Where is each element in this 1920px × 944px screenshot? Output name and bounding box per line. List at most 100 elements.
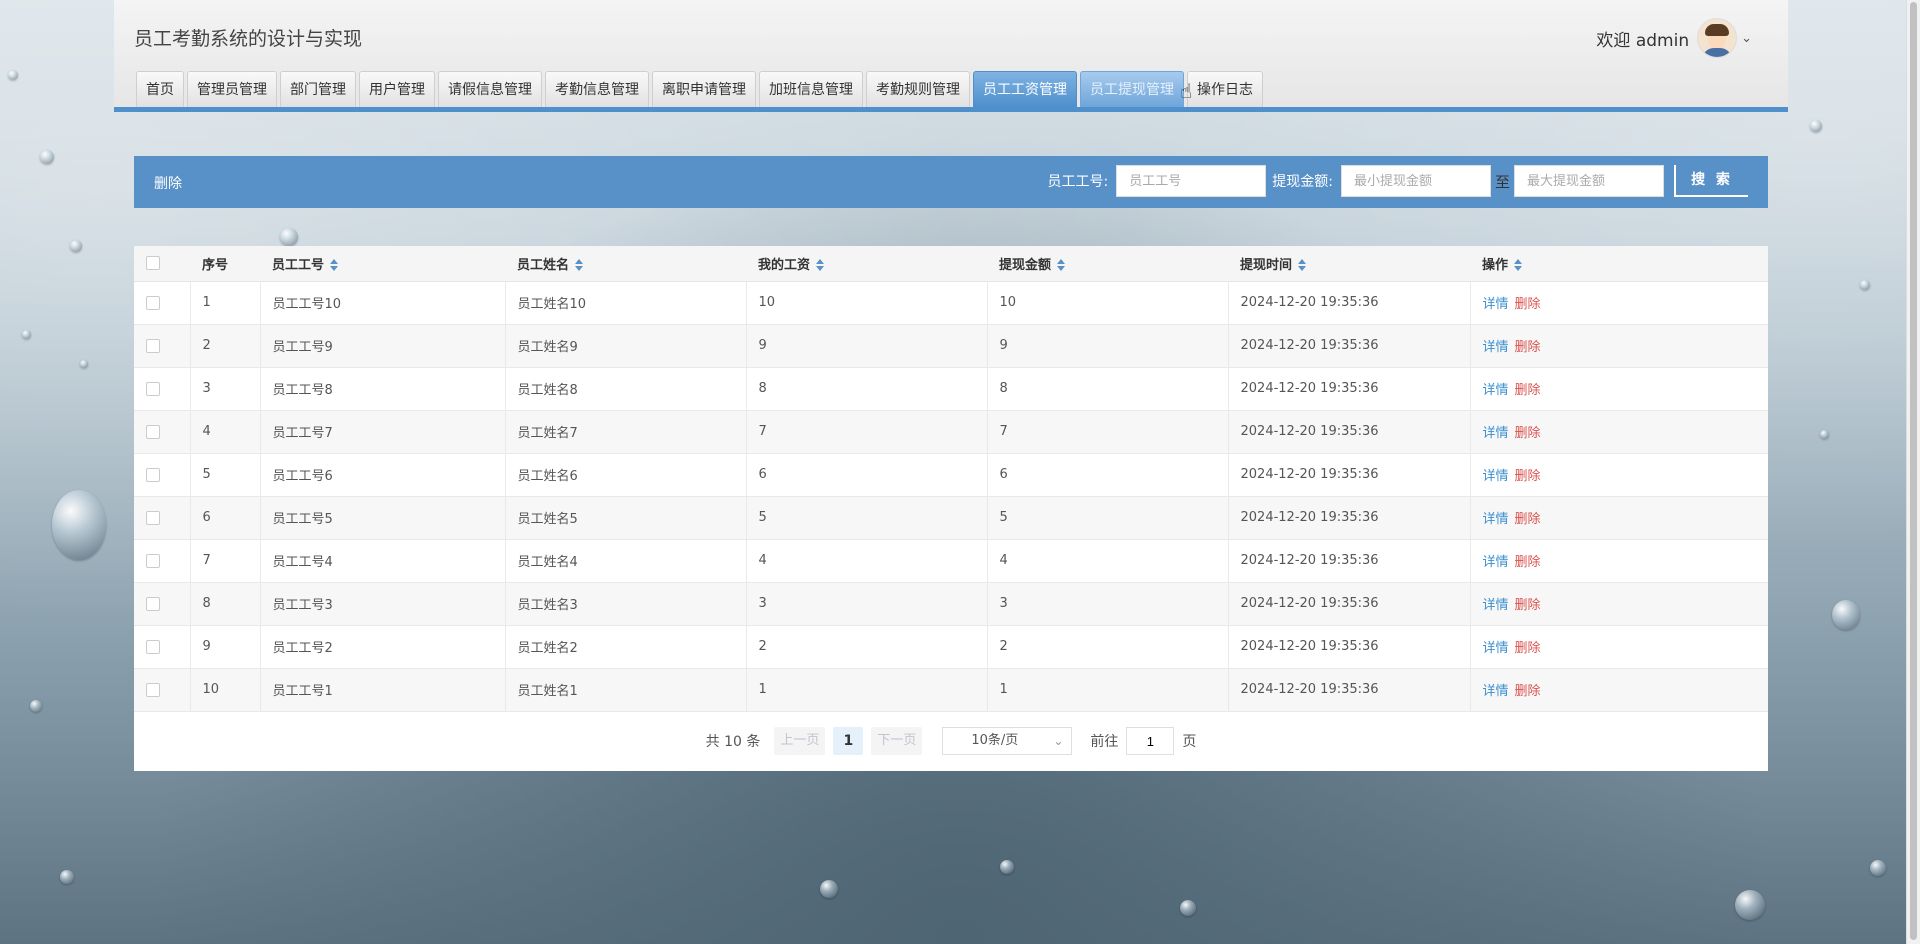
col-header-emp-name[interactable]: 员工姓名 xyxy=(505,246,746,282)
tab-department-management[interactable]: 部门管理 xyxy=(280,71,356,107)
search-button[interactable]: 搜 索 xyxy=(1674,165,1748,197)
tab-home[interactable]: 首页 xyxy=(136,71,184,107)
col-header-emp-no[interactable]: 员工工号 xyxy=(260,246,505,282)
col-header-salary[interactable]: 我的工资 xyxy=(746,246,987,282)
search-filters: 员工工号: 提现金额: 至 搜 索 xyxy=(1048,165,1768,197)
cell-seq: 8 xyxy=(190,582,261,626)
delete-link[interactable]: 删除 xyxy=(1515,469,1541,484)
cell-emp-no: 员工工号8 xyxy=(260,367,506,411)
detail-link[interactable]: 详情 xyxy=(1483,512,1509,527)
cell-seq: 1 xyxy=(190,281,261,325)
tab-attendance-management[interactable]: 考勤信息管理 xyxy=(545,71,649,107)
row-checkbox[interactable] xyxy=(146,338,160,353)
user-menu[interactable]: 欢迎 admin ⌄ xyxy=(1596,18,1752,58)
cell-amount: 10 xyxy=(987,281,1229,325)
delete-link[interactable]: 删除 xyxy=(1515,641,1541,656)
cell-time: 2024-12-20 19:35:36 xyxy=(1228,324,1471,368)
delete-link[interactable]: 删除 xyxy=(1515,340,1541,355)
delete-link[interactable]: 删除 xyxy=(1515,383,1541,398)
tab-salary-management[interactable]: 员工工资管理 xyxy=(973,71,1077,107)
welcome-text: 欢迎 admin xyxy=(1596,30,1690,51)
cell-emp-name: 员工姓名6 xyxy=(505,453,747,497)
row-checkbox[interactable] xyxy=(146,596,160,611)
tab-overtime-management[interactable]: 加班信息管理 xyxy=(759,71,863,107)
chevron-down-icon[interactable]: ⌄ xyxy=(1741,31,1752,46)
next-page-button[interactable]: 下一页 xyxy=(871,727,923,755)
cell-salary: 4 xyxy=(746,539,988,583)
detail-link[interactable]: 详情 xyxy=(1483,340,1509,355)
tab-leave-management[interactable]: 请假信息管理 xyxy=(438,71,542,107)
page-number-current[interactable]: 1 xyxy=(833,727,864,755)
row-checkbox[interactable] xyxy=(146,467,160,482)
delete-link[interactable]: 删除 xyxy=(1515,426,1541,441)
delete-link[interactable]: 删除 xyxy=(1515,684,1541,699)
col-header-ops[interactable]: 操作 xyxy=(1470,246,1768,282)
row-checkbox[interactable] xyxy=(146,510,160,525)
sort-icon[interactable] xyxy=(1298,259,1307,272)
tab-user-management[interactable]: 用户管理 xyxy=(359,71,435,107)
page-scrollbar[interactable] xyxy=(1906,0,1920,944)
avatar[interactable] xyxy=(1697,18,1738,58)
detail-link[interactable]: 详情 xyxy=(1483,383,1509,398)
select-all-checkbox[interactable] xyxy=(146,256,160,271)
detail-link[interactable]: 详情 xyxy=(1483,469,1509,484)
row-checkbox[interactable] xyxy=(146,682,160,697)
delete-link[interactable]: 删除 xyxy=(1515,555,1541,570)
tab-resignation-management[interactable]: 离职申请管理 xyxy=(652,71,756,107)
batch-delete-button[interactable]: 删除 xyxy=(154,173,182,193)
tab-operation-log[interactable]: 操作日志 xyxy=(1187,71,1263,107)
delete-link[interactable]: 删除 xyxy=(1515,297,1541,312)
emp-no-search-input[interactable] xyxy=(1116,165,1267,197)
max-amount-input[interactable] xyxy=(1514,165,1664,197)
hand-cursor-icon: ☝ xyxy=(1180,79,1193,103)
table-row: 6 员工工号5 员工姓名5 5 5 2024-12-20 19:35:36 详情… xyxy=(134,496,1768,540)
page-size-select[interactable]: 10条/页 ⌄ xyxy=(942,727,1073,755)
tab-admin-management[interactable]: 管理员管理 xyxy=(187,71,277,107)
cell-amount: 6 xyxy=(987,453,1229,497)
cell-emp-name: 员工姓名4 xyxy=(505,539,747,583)
detail-link[interactable]: 详情 xyxy=(1483,684,1509,699)
cell-emp-no: 员工工号9 xyxy=(260,324,506,368)
cell-salary: 9 xyxy=(746,324,988,368)
sort-icon[interactable] xyxy=(1057,259,1066,272)
sort-icon[interactable] xyxy=(330,259,339,272)
table-row: 7 员工工号4 员工姓名4 4 4 2024-12-20 19:35:36 详情… xyxy=(134,539,1768,583)
cell-seq: 6 xyxy=(190,496,261,540)
sort-icon[interactable] xyxy=(575,259,584,272)
cell-amount: 9 xyxy=(987,324,1229,368)
row-checkbox[interactable] xyxy=(146,424,160,439)
detail-link[interactable]: 详情 xyxy=(1483,598,1509,613)
detail-link[interactable]: 详情 xyxy=(1483,297,1509,312)
row-checkbox[interactable] xyxy=(146,295,160,310)
scrollbar-thumb[interactable] xyxy=(1910,2,1917,940)
col-header-time[interactable]: 提现时间 xyxy=(1228,246,1470,282)
row-checkbox[interactable] xyxy=(146,639,160,654)
detail-link[interactable]: 详情 xyxy=(1483,555,1509,570)
sort-icon[interactable] xyxy=(1514,259,1523,272)
table-row: 1 员工工号10 员工姓名10 10 10 2024-12-20 19:35:3… xyxy=(134,281,1768,325)
app-container: 员工考勤系统的设计与实现 欢迎 admin ⌄ 首页 管理员管理 部门管理 用户… xyxy=(114,0,1788,944)
cell-emp-no: 员工工号3 xyxy=(260,582,506,626)
cell-emp-name: 员工姓名5 xyxy=(505,496,747,540)
table-row: 10 员工工号1 员工姓名1 1 1 2024-12-20 19:35:36 详… xyxy=(134,668,1768,712)
prev-page-button[interactable]: 上一页 xyxy=(774,727,826,755)
delete-link[interactable]: 删除 xyxy=(1515,512,1541,527)
detail-link[interactable]: 详情 xyxy=(1483,426,1509,441)
cell-amount: 3 xyxy=(987,582,1229,626)
withdrawal-table: 序号 员工工号 员工姓名 我的工资 提现金额 提现时间 操作 1 员工工号10 … xyxy=(134,246,1768,712)
row-checkbox[interactable] xyxy=(146,381,160,396)
sort-icon[interactable] xyxy=(816,259,825,272)
tab-withdrawal-management[interactable]: 员工提现管理 xyxy=(1080,71,1184,107)
cell-emp-no: 员工工号4 xyxy=(260,539,506,583)
goto-page-input[interactable] xyxy=(1126,727,1175,755)
cell-time: 2024-12-20 19:35:36 xyxy=(1228,281,1471,325)
delete-link[interactable]: 删除 xyxy=(1515,598,1541,613)
table-row: 8 员工工号3 员工姓名3 3 3 2024-12-20 19:35:36 详情… xyxy=(134,582,1768,626)
cell-seq: 9 xyxy=(190,625,261,669)
row-checkbox[interactable] xyxy=(146,553,160,568)
col-header-amount[interactable]: 提现金额 xyxy=(987,246,1228,282)
min-amount-input[interactable] xyxy=(1340,165,1491,197)
tab-attendance-rule-management[interactable]: 考勤规则管理 xyxy=(866,71,970,107)
cell-emp-no: 员工工号5 xyxy=(260,496,506,540)
detail-link[interactable]: 详情 xyxy=(1483,641,1509,656)
